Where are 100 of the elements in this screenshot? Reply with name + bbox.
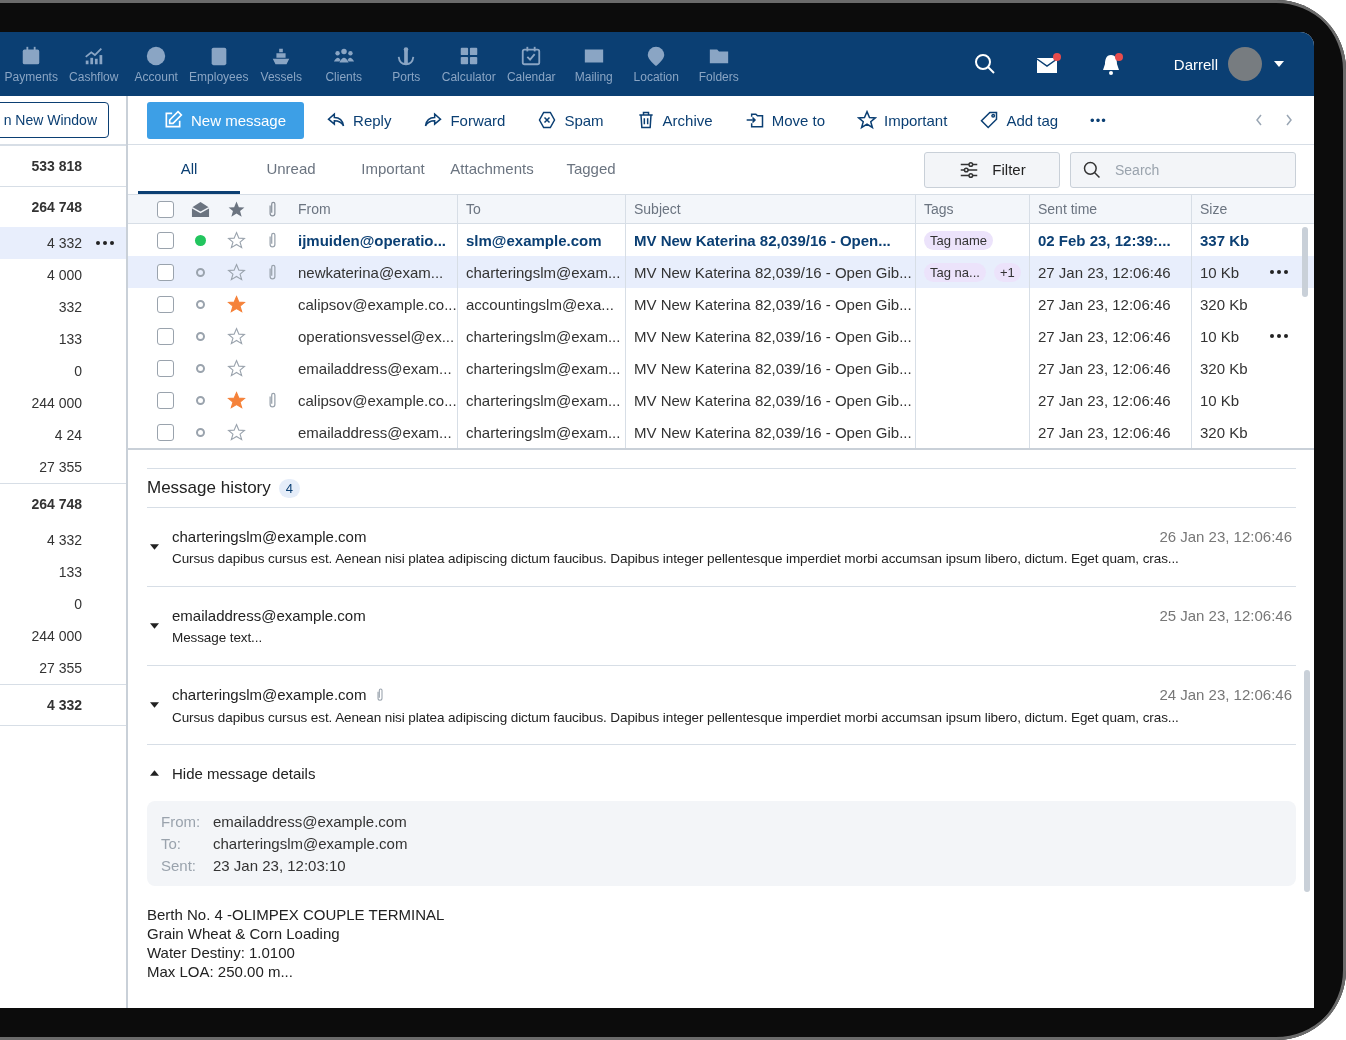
- search-field[interactable]: Search: [1070, 151, 1296, 188]
- tag-chip[interactable]: +1: [993, 262, 1021, 282]
- sidebar-row[interactable]: 133: [0, 556, 126, 588]
- read-status-dot[interactable]: [194, 234, 206, 246]
- tag-chip[interactable]: Tag name: [924, 230, 994, 250]
- caret-icon[interactable]: [1274, 61, 1284, 67]
- email-row[interactable]: calipsov@example.co... charteringslm@exam... MV New Katerina 82,039/16 - Open Gib... 27 Jan 23, 12:06:46 10 Kb: [128, 384, 1314, 416]
- column-header[interactable]: To: [458, 195, 626, 223]
- sidebar-row[interactable]: 0: [0, 588, 126, 620]
- row-checkbox[interactable]: [157, 295, 174, 313]
- expand-caret-icon[interactable]: [150, 623, 159, 629]
- star-icon[interactable]: [226, 422, 246, 442]
- tab[interactable]: Unread: [240, 145, 342, 194]
- sidebar-row[interactable]: 264 748: [0, 483, 126, 524]
- sender-address: emailaddress@exam...: [298, 423, 452, 441]
- more-button[interactable]: •••: [1090, 112, 1107, 128]
- read-status-dot[interactable]: [195, 331, 205, 341]
- expand-caret-icon[interactable]: [150, 702, 159, 708]
- read-status-dot[interactable]: [195, 299, 205, 309]
- sidebar-row[interactable]: 4 332: [0, 524, 126, 556]
- sidebar-row[interactable]: 533 818: [0, 145, 126, 186]
- more-icon[interactable]: [1270, 270, 1288, 274]
- read-status-dot[interactable]: [195, 267, 205, 277]
- email-row[interactable]: emailaddress@exam... charteringslm@exam... MV New Katerina 82,039/16 - Open Gib... 27 Jan 23, 12:06:46 320 Kb: [128, 416, 1314, 448]
- nav-item[interactable]: Employees: [187, 44, 250, 84]
- email-row[interactable]: operationsvessel@ex... charteringslm@exam... MV New Katerina 82,039/16 - Open Gib... 27 Jan 23, 12:06:46 10 Kb: [128, 320, 1314, 352]
- star-icon[interactable]: [226, 262, 246, 282]
- sidebar-row[interactable]: 27 355: [0, 451, 126, 483]
- message-item[interactable]: emailaddress@example.com 25 Jan 23, 12:06:46 Message text...: [147, 587, 1296, 666]
- sidebar-row[interactable]: 133: [0, 323, 126, 355]
- tag-chip[interactable]: Tag na...: [924, 262, 986, 282]
- hide-details-toggle[interactable]: Hide message details: [147, 745, 1296, 801]
- sidebar-row[interactable]: 4 24: [0, 419, 126, 451]
- nav-item[interactable]: Account: [125, 44, 188, 84]
- row-checkbox[interactable]: [157, 423, 174, 441]
- column-header[interactable]: Subject: [626, 195, 916, 223]
- mail-icon[interactable]: [1035, 52, 1062, 76]
- tab[interactable]: Attachments: [444, 145, 540, 194]
- sidebar-row[interactable]: 4 332: [0, 684, 126, 726]
- avatar[interactable]: [1228, 47, 1262, 81]
- read-status-dot[interactable]: [195, 395, 205, 405]
- nav-item[interactable]: Cashflow: [62, 44, 125, 84]
- nav-item[interactable]: Calendar: [500, 44, 563, 84]
- toolbar-action[interactable]: Reply: [326, 110, 392, 130]
- row-checkbox[interactable]: [157, 359, 174, 377]
- row-checkbox[interactable]: [157, 263, 174, 281]
- email-row[interactable]: emailaddress@exam... charteringslm@exam... MV New Katerina 82,039/16 - Open Gib... 27 Jan 23, 12:06:46 320 Kb: [128, 352, 1314, 384]
- column-header[interactable]: Size: [1192, 195, 1302, 223]
- nav-item[interactable]: Payments: [0, 44, 63, 84]
- sent-time: 27 Jan 23, 12:06:46: [1038, 423, 1171, 441]
- row-checkbox[interactable]: [157, 327, 174, 345]
- sidebar-row[interactable]: 27 355: [0, 652, 126, 684]
- user-name[interactable]: Darrell: [1173, 55, 1218, 73]
- nav-item[interactable]: Folders: [687, 44, 750, 84]
- email-row[interactable]: newkaterina@exam... charteringslm@exam... MV New Katerina 82,039/16 - Open Gib... Tag na... +1 27 Jan 23, 12:06:46 10 Kb: [128, 256, 1314, 288]
- column-header[interactable]: Sent time: [1030, 195, 1192, 223]
- sidebar-row[interactable]: 0: [0, 355, 126, 387]
- star-icon[interactable]: [226, 199, 246, 219]
- toolbar-action[interactable]: Forward: [423, 110, 506, 130]
- email-row[interactable]: calipsov@example.co... accountingslm@exa... MV New Katerina 82,039/16 - Open Gib... 27 Jan 23, 12:06:46 320 Kb: [128, 288, 1314, 320]
- open-in-new-window-button[interactable]: n New Window: [0, 102, 109, 138]
- toolbar-action[interactable]: Important: [857, 110, 948, 130]
- more-icon[interactable]: [1270, 334, 1288, 338]
- row-checkbox[interactable]: [157, 231, 174, 249]
- sidebar-row[interactable]: 244 000: [0, 387, 126, 419]
- sidebar-row[interactable]: 4 000: [0, 259, 126, 291]
- nav-item[interactable]: Vessels: [250, 44, 313, 84]
- filter-button[interactable]: Filter: [924, 151, 1060, 188]
- more-icon[interactable]: [96, 241, 114, 245]
- nav-item[interactable]: Location: [625, 44, 688, 84]
- expand-caret-icon[interactable]: [150, 544, 159, 550]
- star-icon[interactable]: [226, 358, 246, 378]
- select-all-checkbox[interactable]: [157, 200, 174, 218]
- nav-item[interactable]: Ports: [375, 44, 438, 84]
- nav-item[interactable]: Calculator: [437, 44, 500, 84]
- toolbar-action[interactable]: Add tag: [979, 110, 1059, 130]
- tab[interactable]: Important: [342, 145, 444, 194]
- row-checkbox[interactable]: [157, 391, 174, 409]
- toolbar-action[interactable]: Spam: [537, 110, 604, 130]
- sidebar-row[interactable]: 244 000: [0, 620, 126, 652]
- toolbar-action[interactable]: Archive: [635, 110, 713, 130]
- star-icon[interactable]: [226, 390, 246, 410]
- tab[interactable]: Tagged: [540, 145, 642, 194]
- toolbar-action[interactable]: Move to: [744, 110, 825, 130]
- nav-item[interactable]: Mailing: [562, 44, 625, 84]
- star-icon[interactable]: [226, 326, 246, 346]
- scrollbar[interactable]: [1302, 227, 1308, 297]
- read-status-dot[interactable]: [195, 363, 205, 373]
- sent-time: 27 Jan 23, 12:06:46: [1038, 327, 1171, 345]
- column-header[interactable]: From: [290, 195, 458, 223]
- scrollbar[interactable]: [1304, 670, 1310, 892]
- column-header[interactable]: Tags: [916, 195, 1030, 223]
- read-status-dot[interactable]: [195, 427, 205, 437]
- nav-item[interactable]: Clients: [312, 44, 375, 84]
- sidebar-row[interactable]: 4 332: [0, 227, 126, 259]
- star-icon[interactable]: [226, 230, 246, 250]
- chevron-right-icon[interactable]: [1284, 112, 1294, 128]
- sidebar-row[interactable]: 332: [0, 291, 126, 323]
- chevron-left-icon[interactable]: [1254, 112, 1264, 128]
- star-icon[interactable]: [226, 294, 246, 314]
